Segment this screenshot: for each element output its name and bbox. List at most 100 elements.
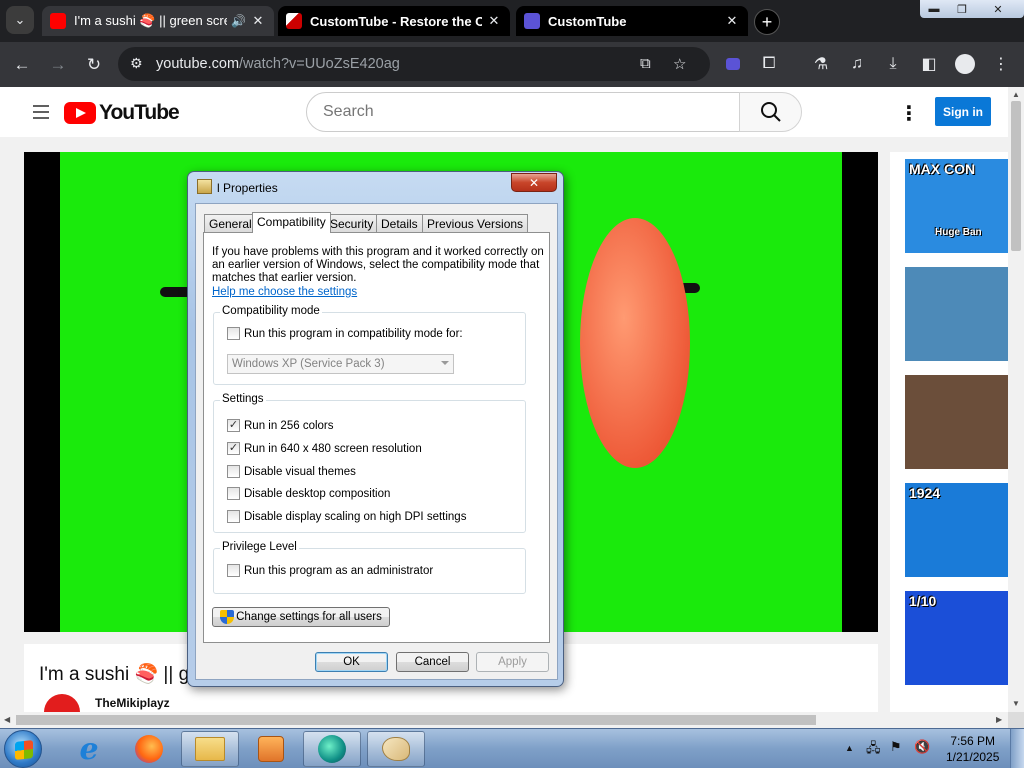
new-tab-icon[interactable]: + bbox=[754, 9, 780, 35]
compatibility-mode-group: Compatibility mode Run this program in c… bbox=[213, 305, 526, 385]
tab-customtube[interactable]: CustomTube ✕ bbox=[516, 6, 748, 36]
checkbox-label: Run in 640 x 480 screen resolution bbox=[244, 442, 422, 455]
recommended-video-thumbnail[interactable] bbox=[905, 267, 1008, 361]
setting-disable-composition[interactable]: Disable desktop composition bbox=[227, 487, 390, 500]
run-as-admin-checkbox[interactable]: Run this program as an administrator bbox=[227, 564, 433, 577]
setting-disable-themes[interactable]: Disable visual themes bbox=[227, 465, 356, 478]
side-panel-icon[interactable]: ◧ bbox=[916, 52, 942, 76]
recommended-video-thumbnail[interactable]: 1/10 bbox=[905, 591, 1008, 685]
cancel-button[interactable]: Cancel bbox=[396, 652, 469, 672]
volume-muted-icon[interactable]: 🔇 bbox=[914, 739, 930, 755]
help-link[interactable]: Help me choose the settings bbox=[212, 286, 357, 298]
tab-search-icon[interactable]: ⌄ bbox=[6, 6, 34, 34]
select-value: Windows XP (Service Pack 3) bbox=[232, 358, 385, 370]
install-app-icon[interactable]: ⧉ bbox=[640, 55, 651, 72]
scroll-up-icon[interactable]: ▲ bbox=[1012, 90, 1020, 99]
windows-taskbar: e ▲ 🖧 ⚑ 🔇 7:56 PM 1/21/2025 bbox=[0, 728, 1024, 768]
labs-icon[interactable]: ⚗ bbox=[808, 52, 834, 76]
tab-title: CustomTube bbox=[548, 13, 627, 29]
tab-customtube-restore[interactable]: CustomTube - Restore the Old ✕ bbox=[278, 6, 510, 36]
taskbar-clock[interactable]: 7:56 PM 1/21/2025 bbox=[946, 733, 999, 765]
hamburger-menu-icon[interactable] bbox=[33, 105, 49, 123]
scroll-left-icon[interactable]: ◀ bbox=[4, 715, 10, 724]
chevron-down-icon bbox=[441, 361, 449, 365]
video-title: I'm a sushi 🍣 || g bbox=[39, 664, 190, 685]
group-title: Compatibility mode bbox=[220, 305, 322, 317]
horizontal-scrollbar[interactable]: ◀ ▶ bbox=[0, 712, 1008, 728]
sign-in-button[interactable]: Sign in bbox=[935, 97, 991, 126]
tab-general[interactable]: General bbox=[204, 214, 257, 232]
vertical-scrollbar[interactable]: ▲ ▼ bbox=[1008, 87, 1024, 712]
minimize-icon[interactable]: ▬ bbox=[920, 0, 948, 18]
settings-group: Settings ✓ Run in 256 colors ✓ Run in 64… bbox=[213, 393, 526, 533]
paint-icon[interactable] bbox=[367, 731, 425, 767]
tab-youtube-video[interactable]: I'm a sushi 🍣 || green scre 🔊 ✕ bbox=[42, 6, 274, 36]
back-icon[interactable]: ← bbox=[9, 52, 35, 78]
restore-icon[interactable]: ❐ bbox=[948, 0, 976, 18]
address-bar[interactable]: ⚙ youtube.com/watch?v=UUoZsE420ag ⧉ ☆ bbox=[118, 47, 710, 81]
search-icon bbox=[760, 102, 781, 122]
thumbnail-sublabel: Huge Ban bbox=[935, 227, 982, 238]
window-close-icon[interactable]: ✕ bbox=[976, 0, 1020, 18]
tab-compatibility[interactable]: Compatibility bbox=[252, 212, 331, 233]
tab-close-icon[interactable]: ✕ bbox=[250, 13, 266, 29]
recommended-video-thumbnail[interactable] bbox=[905, 375, 1008, 469]
search-input[interactable]: Search bbox=[306, 92, 740, 132]
site-info-icon[interactable]: ⚙ bbox=[130, 55, 143, 72]
checkbox-label: Run this program as an administrator bbox=[244, 564, 434, 577]
start-button[interactable] bbox=[4, 730, 42, 768]
properties-dialog: l Properties ✕ General Compatibility Sec… bbox=[187, 171, 564, 687]
show-hidden-icons[interactable]: ▲ bbox=[845, 743, 854, 753]
clock-date: 1/21/2025 bbox=[946, 750, 1000, 764]
reload-icon[interactable]: ↻ bbox=[81, 52, 107, 78]
menu-icon[interactable]: ⋮ bbox=[988, 52, 1014, 76]
tab-close-icon[interactable]: ✕ bbox=[486, 13, 502, 29]
tab-close-icon[interactable]: ✕ bbox=[724, 13, 740, 29]
action-center-flag-icon[interactable]: ⚑ bbox=[890, 739, 902, 755]
windows-logo-icon bbox=[15, 740, 33, 760]
uac-shield-icon bbox=[220, 610, 235, 624]
internet-explorer-icon[interactable]: e bbox=[60, 731, 118, 767]
media-controls-icon[interactable]: ♫ bbox=[844, 52, 870, 76]
search-button[interactable] bbox=[739, 92, 802, 132]
settings-kebab-icon[interactable]: ⋮ bbox=[899, 101, 919, 126]
horizontal-scroll-thumb[interactable] bbox=[16, 715, 816, 725]
file-explorer-icon[interactable] bbox=[181, 731, 239, 767]
youtube-logo[interactable]: YouTube bbox=[64, 101, 180, 125]
show-desktop-button[interactable] bbox=[1010, 729, 1024, 768]
tab-details[interactable]: Details bbox=[376, 214, 423, 232]
profile-icon[interactable] bbox=[952, 52, 978, 76]
vertical-scroll-thumb[interactable] bbox=[1011, 101, 1021, 251]
setting-640x480[interactable]: ✓ Run in 640 x 480 screen resolution bbox=[227, 442, 422, 455]
setting-256-colors[interactable]: ✓ Run in 256 colors bbox=[227, 419, 334, 432]
firefox-icon[interactable] bbox=[120, 731, 178, 767]
star-icon[interactable]: ☆ bbox=[673, 55, 686, 73]
change-settings-all-users-button[interactable]: Change settings for all users bbox=[212, 607, 390, 627]
checkbox-box bbox=[227, 487, 240, 500]
scroll-down-icon[interactable]: ▼ bbox=[1012, 699, 1020, 708]
apply-button[interactable]: Apply bbox=[476, 652, 549, 672]
customtube-extension-icon[interactable] bbox=[720, 52, 746, 76]
ok-button[interactable]: OK bbox=[315, 652, 388, 672]
setting-disable-dpi-scaling[interactable]: Disable display scaling on high DPI sett… bbox=[227, 510, 466, 523]
recommended-video-thumbnail[interactable]: MAX CON Huge Ban bbox=[905, 159, 1008, 253]
program-icon bbox=[197, 179, 212, 194]
thumbnail-label: 1924 bbox=[909, 485, 941, 501]
download-icon[interactable]: ⤓ bbox=[880, 52, 906, 76]
forward-icon[interactable]: → bbox=[45, 52, 71, 78]
network-icon[interactable]: 🖧 bbox=[866, 739, 881, 761]
recommended-video-thumbnail[interactable]: 1924 bbox=[905, 483, 1008, 577]
compat-mode-checkbox[interactable]: Run this program in compatibility mode f… bbox=[227, 327, 463, 340]
media-player-icon[interactable] bbox=[242, 731, 300, 767]
youtube-header: YouTube Search ⋮ Sign in bbox=[0, 87, 1008, 137]
customtube-app-icon[interactable] bbox=[303, 731, 361, 767]
extensions-icon[interactable]: ⧠ bbox=[756, 52, 782, 76]
button-label: Change settings for all users bbox=[236, 611, 382, 623]
speaker-icon[interactable]: 🔊 bbox=[231, 14, 246, 28]
dialog-close-icon[interactable]: ✕ bbox=[511, 173, 557, 192]
scroll-right-icon[interactable]: ▶ bbox=[996, 715, 1002, 724]
compat-os-select[interactable]: Windows XP (Service Pack 3) bbox=[227, 354, 454, 374]
channel-name[interactable]: TheMikiplayz bbox=[95, 696, 170, 710]
tab-previous-versions[interactable]: Previous Versions bbox=[422, 214, 529, 232]
tab-security[interactable]: Security bbox=[325, 214, 379, 232]
